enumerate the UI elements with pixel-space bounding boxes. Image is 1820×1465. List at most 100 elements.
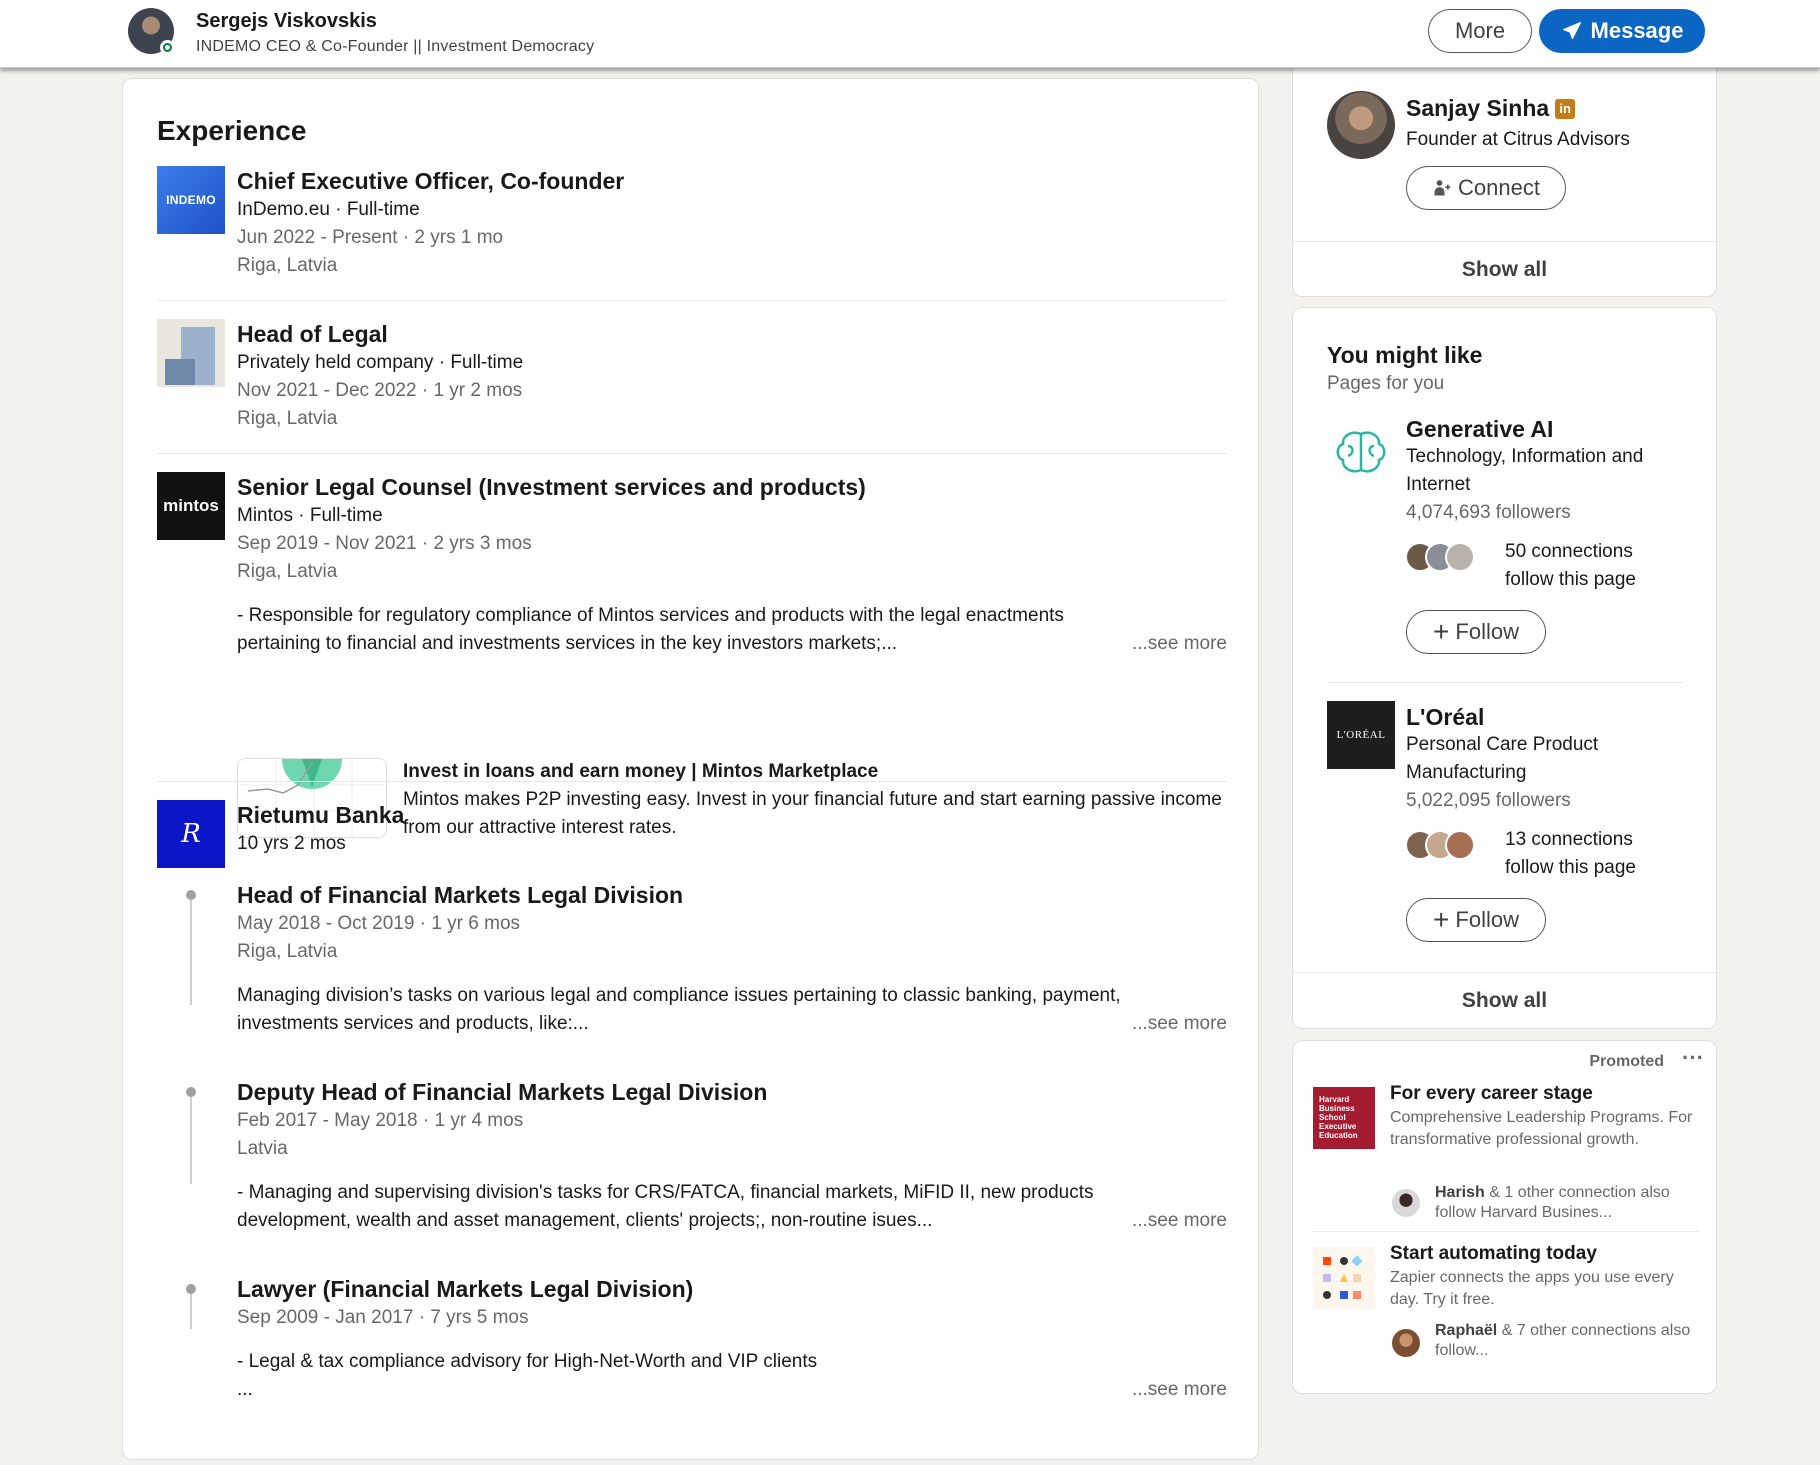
show-all-button[interactable]: Show all [1293,241,1716,297]
see-more-link[interactable]: ...see more [1132,630,1227,658]
divider [157,300,1227,301]
role-location: Latvia [237,1138,288,1159]
role-dates: Feb 2017 - May 2018 · 1 yr 4 mos [237,1110,524,1131]
more-options-icon[interactable]: ··· [1682,1045,1704,1071]
mintos-logo[interactable]: mintos [157,472,225,540]
follow-button[interactable]: + Follow [1406,898,1546,942]
company-placeholder-logo[interactable] [157,319,225,387]
experience-item: Head of Legal Privately held company · F… [157,319,1227,439]
divider [1313,1231,1699,1232]
experience-role: Lawyer (Financial Markets Legal Division… [237,1274,1227,1404]
zapier-logo[interactable] [1313,1247,1375,1309]
page-name[interactable]: L'Oréal [1406,704,1696,731]
role-description-text: Managing division’s tasks on various leg… [237,985,1121,1034]
job-title[interactable]: Senior Legal Counsel (Investment service… [237,472,1227,502]
person-avatar[interactable] [1327,91,1395,159]
plus-icon: + [1433,904,1450,935]
role-description-text: - Legal & tax compliance advisory for Hi… [237,1351,818,1372]
follow-button[interactable]: + Follow [1406,610,1546,654]
harvard-logo-text: Harvard Business School Executive Educat… [1319,1095,1358,1140]
promoted-label: Promoted [1589,1053,1664,1070]
generative-ai-logo[interactable] [1327,418,1395,486]
follow-button-label: Follow [1455,907,1519,932]
indemo-logo[interactable]: INDEMO [157,166,225,234]
profile-name: Sergejs Viskovskis [196,10,377,32]
profile-headline: INDEMO CEO & Co-Founder || Investment De… [196,38,595,55]
you-might-like-card: You might like Pages for you Generative … [1292,307,1717,1029]
connection-avatar [1445,830,1475,860]
role-description: - Managing and supervising division's ta… [237,1179,1227,1235]
job-description-text: - Responsible for regulatory compliance … [237,605,1064,654]
job-description: - Responsible for regulatory compliance … [237,602,1227,658]
timeline-dot [186,1087,196,1097]
page-name[interactable]: Generative AI [1406,416,1696,443]
experience-role: Head of Financial Markets Legal Division… [237,880,1227,1038]
sticky-profile-header: Sergejs Viskovskis INDEMO CEO & Co-Found… [0,0,1820,68]
role-title[interactable]: Head of Financial Markets Legal Division [237,880,1227,910]
page-followers: 5,022,095 followers [1406,790,1571,811]
job-location: Riga, Latvia [237,561,338,582]
social-name: Raphaël [1435,1322,1498,1339]
page-connections: 50 connections follow this page [1505,541,1636,590]
show-all-button[interactable]: Show all [1293,972,1716,1028]
more-button[interactable]: More [1428,9,1532,53]
timeline-dot [186,890,196,900]
job-location: Riga, Latvia [237,255,338,276]
connection-avatar [1445,542,1475,572]
page-industry: Technology, Information and Internet [1406,446,1644,495]
job-title[interactable]: Chief Executive Officer, Co-founder [237,166,1227,196]
job-company: Privately held company · Full-time [237,352,524,373]
role-title[interactable]: Lawyer (Financial Markets Legal Division… [237,1274,1227,1304]
timeline-line [190,1289,192,1329]
promoted-card: Promoted ··· Harvard Business School Exe… [1292,1040,1717,1394]
job-title[interactable]: Head of Legal [237,319,1227,349]
job-company: Mintos · Full-time [237,505,383,526]
ad-social-proof: Harish & 1 other connection also follow … [1435,1183,1705,1223]
role-dates: May 2018 - Oct 2019 · 1 yr 6 mos [237,913,521,934]
you-might-like-subtitle: Pages for you [1327,373,1445,394]
experience-role: Deputy Head of Financial Markets Legal D… [237,1077,1227,1235]
group-duration: 10 yrs 2 mos [237,833,346,854]
role-title[interactable]: Deputy Head of Financial Markets Legal D… [237,1077,1227,1107]
role-description-text: - Managing and supervising division's ta… [237,1182,1094,1231]
experience-group-header: R Rietumu Banka 10 yrs 2 mos [157,800,1227,870]
timeline-line [190,1092,192,1184]
experience-card: Experience INDEMO Chief Executive Office… [122,78,1259,1460]
experience-item: mintos Senior Legal Counsel (Investment … [157,472,1227,838]
job-dates: Nov 2021 - Dec 2022 · 1 yr 2 mos [237,380,523,401]
message-button[interactable]: Message [1539,9,1705,53]
people-also-viewed-card: Sanjay Sinha in Founder at Citrus Adviso… [1292,60,1717,297]
ad-text: Zapier connects the apps you use every d… [1390,1269,1674,1308]
app-grid-icon [1323,1255,1363,1299]
ad-title[interactable]: For every career stage [1390,1081,1705,1107]
plus-icon: + [1433,616,1450,647]
person-name[interactable]: Sanjay Sinha [1406,95,1549,122]
page-industry: Personal Care Product Manufacturing [1406,734,1599,783]
see-more-link[interactable]: ...see more [1132,1376,1227,1404]
see-more-link[interactable]: ...see more [1132,1010,1227,1038]
divider [1327,682,1683,683]
online-status-icon [160,40,175,55]
harvard-logo[interactable]: Harvard Business School Executive Educat… [1313,1087,1375,1149]
ad-title[interactable]: Start automating today [1390,1241,1705,1267]
divider [157,781,1227,782]
send-icon [1562,22,1581,40]
connect-button[interactable]: Connect [1406,166,1566,210]
message-button-label: Message [1590,18,1684,43]
connection-avatar [1390,1187,1422,1219]
job-dates: Jun 2022 - Present · 2 yrs 1 mo [237,227,504,248]
rietumu-logo[interactable]: R [157,800,225,868]
social-name: Harish [1435,1184,1485,1201]
person-headline: Founder at Citrus Advisors [1406,129,1630,150]
loreal-logo[interactable]: L'ORÉAL [1327,701,1395,769]
group-company[interactable]: Rietumu Banka [237,800,1227,830]
page-connections: 13 connections follow this page [1505,829,1636,878]
page-followers: 4,074,693 followers [1406,502,1571,523]
see-more-link[interactable]: ...see more [1132,1207,1227,1235]
connect-button-label: Connect [1458,175,1540,200]
divider [157,453,1227,454]
ad-text: Comprehensive Leadership Programs. For t… [1390,1109,1693,1148]
connection-avatar [1390,1327,1422,1359]
ad-social-proof: Raphaël & 7 other connections also follo… [1435,1321,1705,1361]
role-dates: Sep 2009 - Jan 2017 · 7 yrs 5 mos [237,1307,529,1328]
